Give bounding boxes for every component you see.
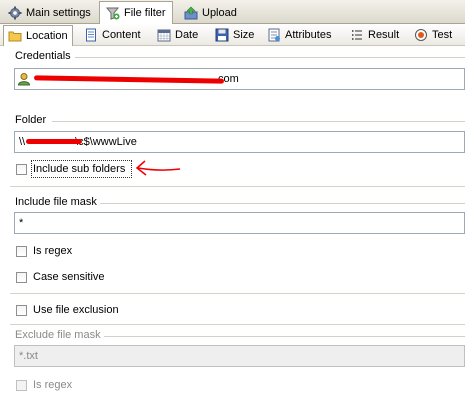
disk-icon [215, 28, 229, 42]
exclude-is-regex-label: Is regex [33, 379, 73, 391]
subtab-size-label: Size [233, 29, 255, 41]
user-icon [17, 72, 31, 86]
redaction-mark [26, 139, 82, 144]
tab-main-settings[interactable]: Main settings [2, 2, 97, 24]
include-is-regex-label: Is regex [33, 245, 73, 257]
subtab-location-label: Location [26, 30, 68, 42]
list-icon [350, 28, 364, 42]
subtab-result-label: Result [368, 29, 400, 41]
section-separator [10, 293, 465, 294]
include-mask-divider [100, 203, 465, 204]
subtab-attributes[interactable]: Attributes [263, 25, 335, 45]
subtab-test[interactable]: Test [410, 25, 456, 45]
section-separator [10, 186, 465, 187]
main-tab-bar: Main settings File filter Upload [0, 0, 465, 24]
subtab-content[interactable]: Content [80, 25, 145, 45]
document-icon [84, 28, 98, 42]
case-sensitive-row[interactable]: Case sensitive [16, 269, 105, 285]
subtab-attributes-label: Attributes [285, 29, 332, 41]
test-icon [414, 28, 428, 42]
include-is-regex-checkbox[interactable] [16, 245, 27, 257]
case-sensitive-label: Case sensitive [33, 271, 105, 283]
tab-file-filter[interactable]: File filter [99, 1, 173, 24]
subtab-result[interactable]: Result [346, 25, 403, 45]
include-sub-folders-checkbox[interactable] [16, 163, 27, 175]
tab-main-settings-label: Main settings [26, 7, 91, 19]
credentials-divider [75, 57, 465, 58]
include-mask-label: Include file mask [15, 196, 101, 208]
file-filter-icon [105, 6, 120, 20]
subtab-content-label: Content [102, 29, 141, 41]
exclude-is-regex-row[interactable]: Is regex [16, 377, 72, 393]
tab-upload-label: Upload [202, 7, 237, 19]
folder-icon [8, 29, 22, 43]
include-is-regex-row[interactable]: Is regex [16, 243, 72, 259]
calendar-icon [157, 28, 171, 42]
exclude-mask-divider [104, 336, 465, 337]
subtab-date[interactable]: Date [153, 25, 202, 45]
case-sensitive-checkbox[interactable] [16, 271, 27, 283]
include-mask-field[interactable]: * [14, 212, 465, 234]
folder-label: Folder [15, 114, 51, 126]
exclude-mask-field[interactable]: *.txt [14, 345, 465, 367]
use-file-exclusion-row[interactable]: Use file exclusion [16, 302, 119, 318]
tab-upload[interactable]: Upload [178, 2, 243, 24]
exclude-mask-value: *.txt [19, 350, 38, 362]
subtab-location[interactable]: Location [3, 25, 73, 46]
attributes-icon [267, 28, 281, 42]
tab-file-filter-label: File filter [124, 7, 166, 19]
include-mask-value: * [19, 217, 24, 229]
use-file-exclusion-label: Use file exclusion [33, 304, 119, 316]
subtab-test-label: Test [432, 29, 453, 41]
folder-path-value: \c$\wwwLive [75, 136, 137, 148]
exclude-is-regex-checkbox[interactable] [16, 379, 27, 391]
folder-divider [52, 121, 465, 122]
annotation-arrow [135, 160, 181, 176]
folder-path-prefix: \\ [19, 136, 26, 148]
credentials-label: Credentials [15, 50, 75, 62]
section-separator [10, 324, 465, 325]
subtab-date-label: Date [175, 29, 199, 41]
file-filter-subtab-bar: Location Content Date Size Attributes Re… [0, 24, 465, 46]
upload-icon [184, 6, 198, 20]
exclude-mask-label: Exclude file mask [15, 329, 105, 341]
subtab-size[interactable]: Size [211, 25, 258, 45]
gear-icon [8, 6, 22, 20]
use-file-exclusion-checkbox[interactable] [16, 304, 27, 316]
focus-rectangle [31, 160, 132, 178]
